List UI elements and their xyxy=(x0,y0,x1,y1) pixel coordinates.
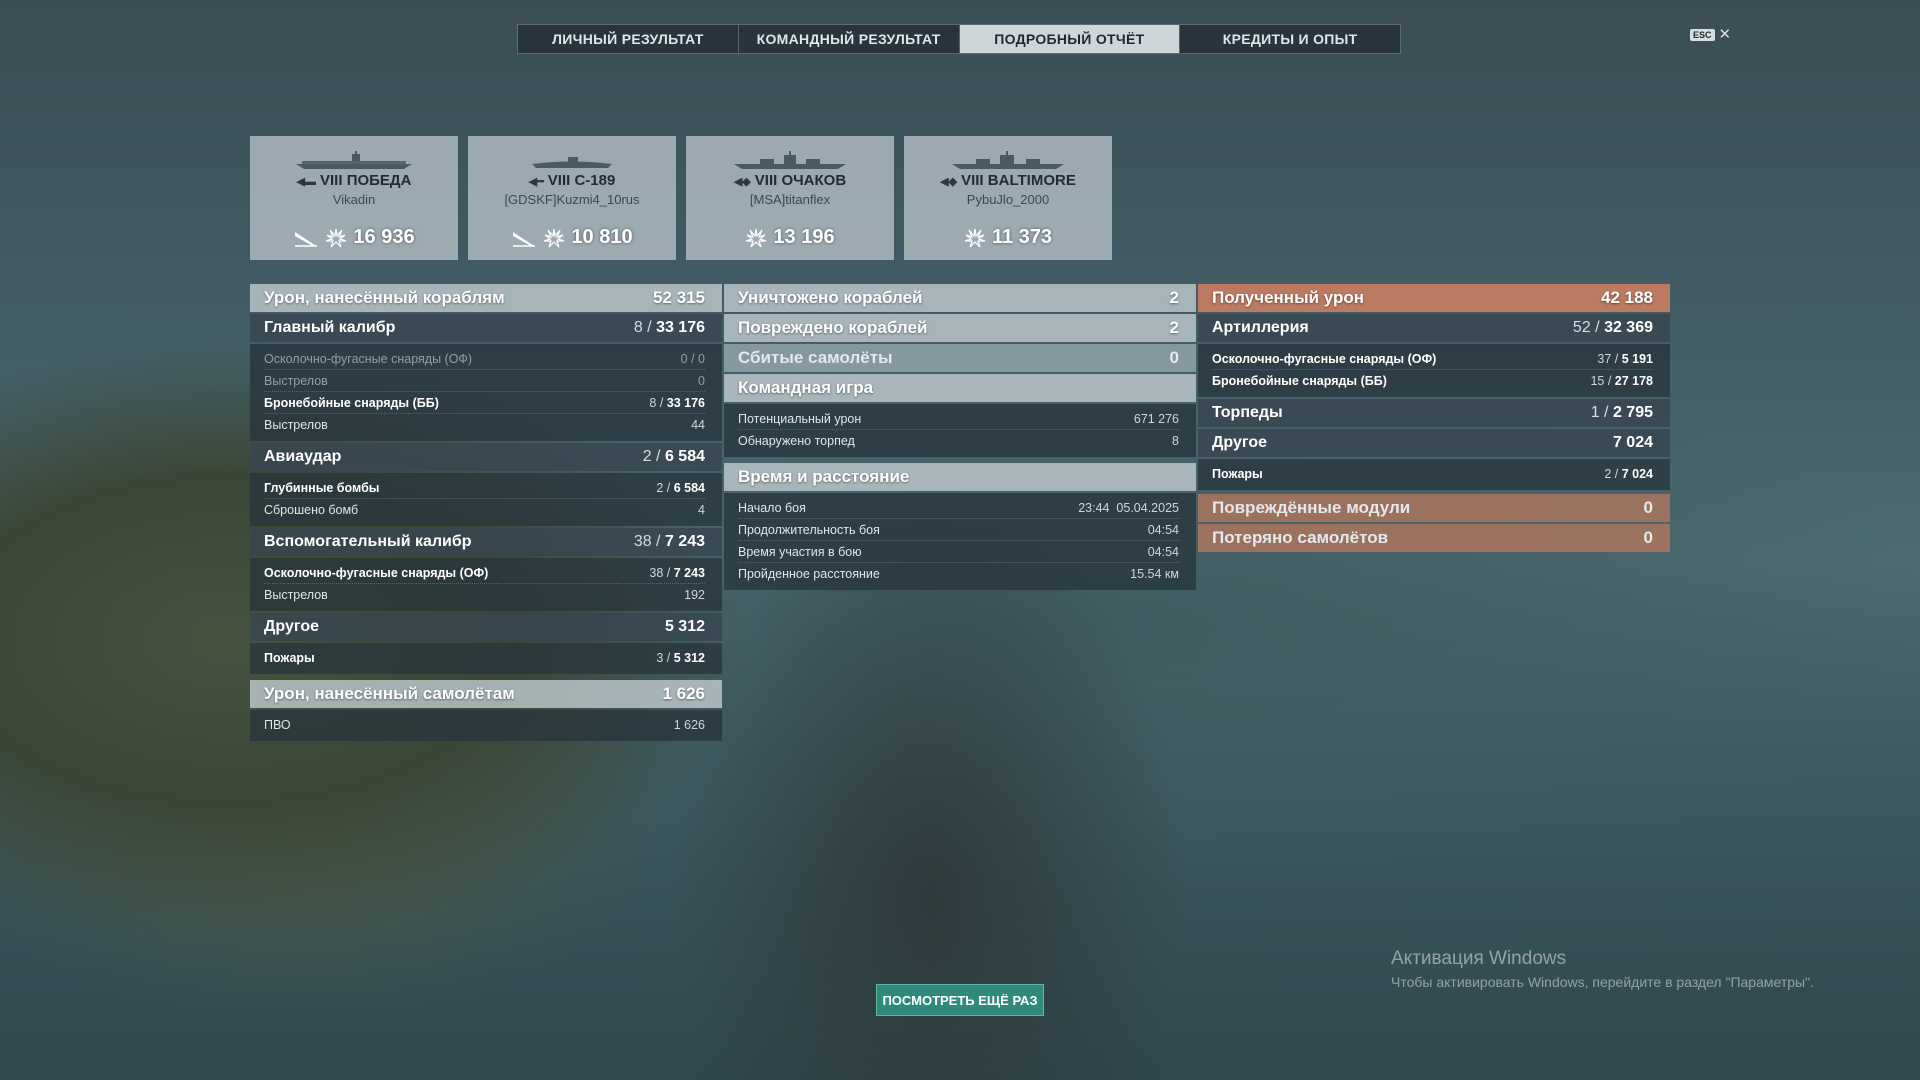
torpedo-icon xyxy=(513,231,536,247)
stat-row: Осколочно-фугасные снаряды (ОФ) 0 / 0 xyxy=(264,348,705,370)
damage-to-ships-header: Урон, нанесённый кораблям 52 315 xyxy=(250,284,722,312)
stat-row: Выстрелов 44 xyxy=(264,417,705,432)
player-name: [MSA]titanflex xyxy=(749,192,831,207)
stat-row: Начало боя 23:44 05.04.2025 xyxy=(738,497,1179,519)
esc-key-hint: ESC xyxy=(1690,28,1715,41)
close-icon: ✕ xyxy=(1718,26,1732,43)
damage-received-column: Полученный урон 42 188 Артиллерия 52 / 32 … xyxy=(1198,284,1670,554)
stat-row: Бронебойные снаряды (ББ) 8 / 33 176 xyxy=(264,392,705,414)
team-play-header: Командная игра xyxy=(724,374,1196,402)
cruiser-icon: ◀◆ xyxy=(733,176,751,188)
secondary-battery-section: Вспомогательный калибр 38 / 7 243 xyxy=(250,528,722,556)
ship-stats: 10 810 xyxy=(468,226,676,249)
stat-row: Потенциальный урон 671 276 xyxy=(738,408,1179,430)
battle-summary-column: Уничтожено кораблей 2 Повреждено кораблей… xyxy=(724,284,1196,592)
damage-received-header: Полученный урон 42 188 xyxy=(1198,284,1670,312)
artillery-section: Артиллерия 52 / 32 369 xyxy=(1198,314,1670,342)
ship-stats: 16 936 xyxy=(250,226,458,249)
ship-card[interactable]: ◀▬ VIII ПОБЕДА Vikadin 16 936 xyxy=(250,136,458,260)
ship-stats: 11 373 xyxy=(904,226,1112,249)
ships-damaged-row: Повреждено кораблей 2 xyxy=(724,314,1196,342)
stat-row: Осколочно-фугасные снаряды (ОФ) 37 / 5 19… xyxy=(1212,348,1653,370)
player-name: PybuJlo_2000 xyxy=(966,192,1050,207)
ship-card[interactable]: ◀◆ VIII ОЧАКОВ [MSA]titanflex 13 196 xyxy=(686,136,894,260)
ship-card[interactable]: ◀━ VIII С-189 [GDSKF]Kuzmi4_10rus 10 810 xyxy=(468,136,676,260)
damage-icon xyxy=(964,228,986,247)
damage-icon xyxy=(746,228,767,247)
ship-damage: 11 373 xyxy=(991,226,1053,248)
stat-row: Пожары 2 / 7 024 xyxy=(1212,466,1653,481)
other-damage-section: Другое 5 312 xyxy=(250,613,722,641)
player-name: Vikadin xyxy=(332,192,376,207)
damage-dealt-column: Урон, нанесённый кораблям 52 315 Главный … xyxy=(250,284,722,743)
stat-row: Выстрелов 0 xyxy=(264,370,705,392)
ship-damage: 16 936 xyxy=(353,226,415,248)
player-name: [GDSKF]Kuzmi4_10rus xyxy=(504,192,640,207)
time-distance-details: Начало боя 23:44 05.04.2025 Продолжительн… xyxy=(724,493,1196,590)
stat-row: Продолжительность боя 04:54 xyxy=(738,519,1179,541)
ship-name: ◀▬ VIII ПОБЕДА xyxy=(296,172,412,189)
ship-name: ◀◆ VIII ОЧАКОВ xyxy=(733,172,847,189)
time-distance-header: Время и расстояние xyxy=(724,463,1196,491)
damaged-modules-row: Повреждённые модули 0 xyxy=(1198,494,1670,522)
stat-row: Глубинные бомбы 2 / 6 584 xyxy=(264,477,705,499)
planes-shot-down-row: Сбитые самолёты 0 xyxy=(724,344,1196,372)
ship-cards: ◀▬ VIII ПОБЕДА Vikadin 16 936 ◀━ VIII С-18… xyxy=(250,136,1112,260)
submarine-icon: ◀━ xyxy=(528,176,544,188)
stat-row: Бронебойные снаряды (ББ) 15 / 27 178 xyxy=(1212,373,1653,388)
main-battery-details: Осколочно-фугасные снаряды (ОФ) 0 / 0 Выс… xyxy=(250,344,722,441)
tab-credits-xp[interactable]: КРЕДИТЫ И ОПЫТ xyxy=(1180,25,1400,53)
ships-destroyed-row: Уничтожено кораблей 2 xyxy=(724,284,1196,312)
tab-team-result[interactable]: КОМАНДНЫЙ РЕЗУЛЬТАТ xyxy=(739,25,960,53)
watch-again-button[interactable]: ПОСМОТРЕТЬ ЕЩЁ РАЗ xyxy=(876,984,1044,1016)
tab-detailed-report[interactable]: ПОДРОБНЫЙ ОТЧЁТ xyxy=(959,25,1181,53)
main-battery-section: Главный калибр 8 / 33 176 xyxy=(250,314,722,342)
stat-row: Пожары 3 / 5 312 xyxy=(264,650,705,665)
airstrike-section: Авиаудар 2 / 6 584 xyxy=(250,443,722,471)
stat-row: Сброшено бомб 4 xyxy=(264,502,705,517)
watermark-text: Чтобы активировать Windows, перейдите в … xyxy=(1391,974,1814,990)
submarine-icon xyxy=(532,157,612,168)
team-play-details: Потенциальный урон 671 276 Обнаружено тор… xyxy=(724,404,1196,457)
ship-damage: 13 196 xyxy=(773,226,835,248)
torpedo-icon xyxy=(295,231,318,247)
damage-icon xyxy=(326,228,347,247)
stat-row: Пройденное расстояние 15.54 км xyxy=(738,566,1179,581)
stat-row: Время участия в бою 04:54 xyxy=(738,541,1179,563)
result-tabs: ЛИЧНЫЙ РЕЗУЛЬТАТ КОМАНДНЫЙ РЕЗУЛЬТАТ ПОД… xyxy=(517,24,1401,54)
cruiser-icon: ◀◆ xyxy=(940,176,958,188)
stat-row: Обнаружено торпед 8 xyxy=(738,433,1179,448)
damage-to-planes-header: Урон, нанесённый самолётам 1 626 xyxy=(250,680,722,708)
tab-personal-result[interactable]: ЛИЧНЫЙ РЕЗУЛЬТАТ xyxy=(518,25,739,53)
ship-name: ◀◆ VIII BALTIMORE xyxy=(940,172,1076,189)
stat-row: Осколочно-фугасные снаряды (ОФ) 38 / 7 24… xyxy=(264,562,705,584)
planes-lost-row: Потеряно самолётов 0 xyxy=(1198,524,1670,552)
other-damage-details: Пожары 3 / 5 312 xyxy=(250,643,722,674)
ship-damage: 10 810 xyxy=(571,226,633,248)
other-received-section: Другое 7 024 xyxy=(1198,429,1670,457)
damage-icon xyxy=(544,228,565,247)
secondary-battery-details: Осколочно-фугасные снаряды (ОФ) 38 / 7 24… xyxy=(250,558,722,611)
torpedoes-section: Торпеды 1 / 2 795 xyxy=(1198,399,1670,427)
stat-row: Выстрелов 192 xyxy=(264,587,705,602)
artillery-details: Осколочно-фугасные снаряды (ОФ) 37 / 5 19… xyxy=(1198,344,1670,397)
watermark-title: Активация Windows xyxy=(1391,948,1567,969)
cruiser-icon xyxy=(952,151,1064,169)
ship-stats: 13 196 xyxy=(686,226,894,249)
aircraft-carrier-icon xyxy=(296,151,412,169)
aircraft-carrier-icon: ◀▬ xyxy=(296,176,316,188)
cruiser-icon xyxy=(734,151,846,169)
windows-activation-watermark: Активация Windows Чтобы активировать Win… xyxy=(1391,948,1814,990)
close-button[interactable]: ESC ✕ xyxy=(1690,27,1731,42)
other-received-details: Пожары 2 / 7 024 xyxy=(1198,459,1670,490)
stat-row: ПВО 1 626 xyxy=(264,717,705,732)
ship-name: ◀━ VIII С-189 xyxy=(528,172,616,189)
ship-card[interactable]: ◀◆ VIII BALTIMORE PybuJlo_2000 11 373 xyxy=(904,136,1112,260)
airstrike-details: Глубинные бомбы 2 / 6 584 Сброшено бомб 4 xyxy=(250,473,722,526)
aa-details: ПВО 1 626 xyxy=(250,710,722,741)
